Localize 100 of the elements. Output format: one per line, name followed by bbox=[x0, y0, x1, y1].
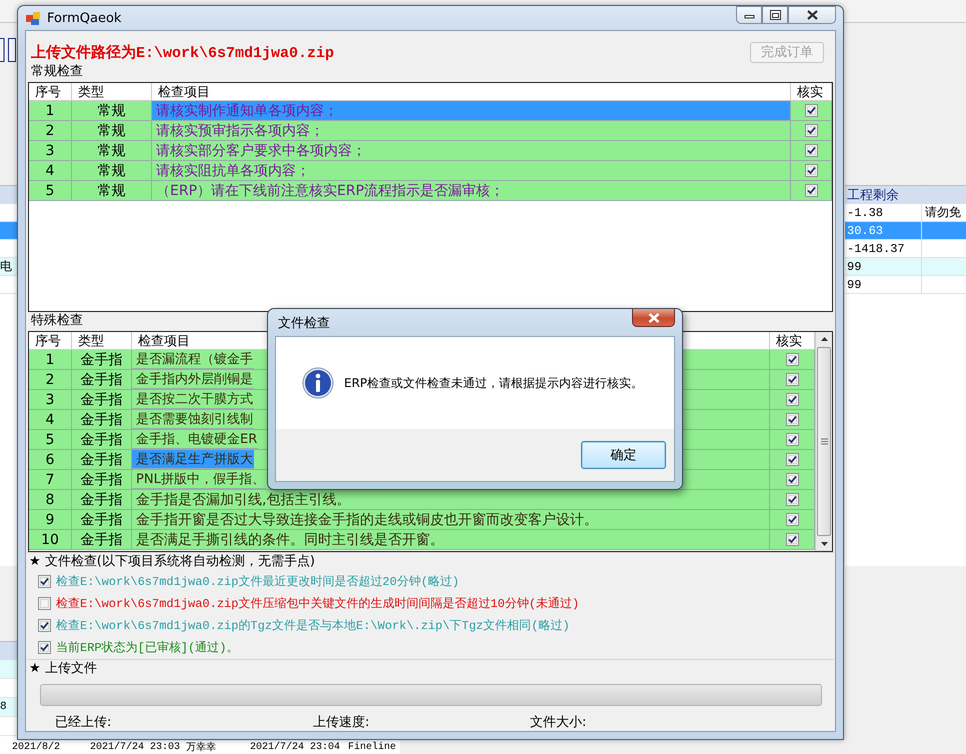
table-cell[interactable]: 金手指内外层削铜是 bbox=[132, 370, 254, 389]
table-cell: 常规 bbox=[72, 101, 152, 121]
table-cell: 5 bbox=[29, 430, 72, 450]
section-title: 特殊检查 bbox=[31, 312, 83, 330]
checkbox[interactable] bbox=[786, 473, 798, 486]
grid-row[interactable]: 99 bbox=[845, 258, 966, 276]
table-cell-text: 万幸幸 bbox=[186, 740, 217, 754]
checkbox[interactable] bbox=[786, 413, 798, 426]
table-cell: 2 bbox=[29, 121, 72, 141]
table-cell[interactable]: 金手指是否漏加引线,包括主引线。 bbox=[132, 490, 770, 510]
field-label: 上传速度: bbox=[313, 714, 370, 731]
checkbox[interactable] bbox=[786, 453, 798, 466]
table-cell[interactable]: 金手指、电镀硬金ER bbox=[132, 430, 258, 449]
checkbox[interactable] bbox=[38, 618, 51, 632]
table-cell[interactable]: 请核实部分客户要求中各项内容； bbox=[152, 141, 791, 161]
table-cell: 金手指 bbox=[72, 470, 132, 490]
checkbox[interactable] bbox=[786, 533, 798, 546]
table-cell: 3 bbox=[29, 390, 72, 410]
grid-row[interactable]: -1418.37 bbox=[845, 240, 966, 258]
column-header: 类型 bbox=[78, 332, 104, 349]
table-cell[interactable]: 是否满足生产拼版大 bbox=[132, 450, 254, 469]
checkbox[interactable] bbox=[804, 104, 818, 117]
close-button[interactable] bbox=[788, 6, 836, 24]
dialog-title: 文件检查 bbox=[277, 314, 330, 332]
table-cell[interactable]: 请核实预审指示各项内容； bbox=[152, 121, 791, 141]
checkbox[interactable] bbox=[804, 164, 818, 177]
table-cell-text: 电 bbox=[0, 259, 12, 275]
table-cell-text: 2021/7/24 23:03 bbox=[90, 742, 182, 752]
scrollbar[interactable] bbox=[815, 332, 832, 551]
checkbox[interactable] bbox=[804, 144, 818, 157]
checkbox[interactable] bbox=[38, 640, 51, 654]
column-header: 检查项目 bbox=[138, 332, 190, 349]
table-cell: 5 bbox=[29, 181, 72, 201]
table-cell: 金手指 bbox=[72, 350, 132, 370]
table-cell: 2 bbox=[29, 370, 72, 390]
toolbar-buttons-drawing bbox=[0, 38, 16, 62]
table-cell: 1 bbox=[29, 350, 72, 370]
column-header: 核实 bbox=[797, 84, 823, 100]
check-label: 检查E:\work\6s7md1jwa0.zip文件压缩包中关键文件的生成时间间隔是否超过10分钟(未通过) bbox=[56, 596, 580, 612]
table-cell[interactable]: 是否满足手撕引线的条件。同时主引线是否开窗。 bbox=[132, 530, 770, 550]
maximize-icon bbox=[770, 10, 780, 20]
table-cell: 4 bbox=[29, 161, 72, 181]
maximize-button[interactable] bbox=[762, 6, 788, 24]
checkbox[interactable] bbox=[804, 184, 818, 197]
grid-header bbox=[0, 642, 17, 660]
table-cell-text: 2021/8/2 bbox=[12, 742, 62, 752]
table-cell-text: 2021/7/24 23:04 bbox=[250, 742, 342, 752]
table-cell: 8 bbox=[29, 490, 72, 510]
minimize-button[interactable] bbox=[736, 6, 762, 24]
dialog-message: ERP检查或文件检查未通过，请根据提示内容进行核实。 bbox=[344, 374, 644, 392]
grid-row[interactable]: 2021/8/2 2021/7/24 23:03 万幸幸 2021/7/24 23:04 Fineline bbox=[0, 740, 400, 754]
column-header: 核实 bbox=[776, 332, 802, 349]
table-cell[interactable]: 金手指开窗是否过大导致连接金手指的走线或铜皮也开窗而改变客户设计。 bbox=[132, 510, 770, 530]
table-cell: 常规 bbox=[72, 161, 152, 181]
checkbox[interactable] bbox=[786, 493, 798, 506]
close-icon bbox=[806, 10, 818, 20]
grid-row[interactable]: 电 bbox=[0, 258, 17, 276]
check-label: 当前ERP状态为[已审核](通过)。 bbox=[56, 640, 238, 656]
table-cell: 金手指 bbox=[72, 490, 132, 510]
table-cell: -1.38 bbox=[847, 206, 884, 220]
grid-row[interactable]: 8 bbox=[0, 698, 17, 717]
table-cell[interactable]: 是否需要蚀刻引线制 bbox=[132, 410, 254, 429]
table-cell[interactable]: PNL拼版中，假手指、 bbox=[132, 470, 266, 489]
table-cell: 8 bbox=[0, 701, 7, 713]
column-header: 工程剩余 bbox=[847, 187, 899, 204]
checkbox[interactable] bbox=[786, 393, 798, 406]
table-cell: 99 bbox=[847, 278, 862, 292]
table-cell: 金手指 bbox=[72, 510, 132, 530]
field-label: 已经上传: bbox=[55, 714, 112, 731]
table-cell: 金手指 bbox=[72, 390, 132, 410]
checkbox[interactable] bbox=[38, 574, 51, 588]
checkbox[interactable] bbox=[38, 596, 51, 610]
grid-row[interactable]: -1.38 请勿免 bbox=[845, 204, 966, 222]
table-cell: 金手指 bbox=[72, 370, 132, 390]
column-header: 序号 bbox=[35, 84, 61, 100]
table-cell: 金手指 bbox=[72, 450, 132, 470]
close-icon bbox=[648, 312, 660, 322]
checkbox[interactable] bbox=[786, 353, 798, 366]
table-cell: 金手指 bbox=[72, 410, 132, 430]
table-cell[interactable]: （ERP）请在下线前注意核实ERP流程指示是否漏审核； bbox=[152, 181, 791, 201]
table-cell: 金手指 bbox=[72, 430, 132, 450]
table-cell: 请勿免 bbox=[925, 205, 961, 219]
table-cell[interactable]: 请核实阻抗单各项内容； bbox=[152, 161, 791, 181]
column-header: 类型 bbox=[78, 84, 104, 100]
table-cell[interactable]: 是否漏流程（镀金手 bbox=[132, 350, 254, 369]
close-button[interactable] bbox=[632, 309, 675, 327]
table-cell: 7 bbox=[29, 470, 72, 490]
group-title: ★ 上传文件 bbox=[29, 661, 97, 676]
table-cell: 9 bbox=[29, 510, 72, 530]
ok-button[interactable]: 确定 bbox=[581, 441, 666, 469]
grid-row[interactable]: 99 bbox=[845, 276, 966, 294]
upload-path-label: 上传文件路径为E:\work\6s7md1jwa0.zip bbox=[31, 43, 334, 62]
checkbox[interactable] bbox=[786, 513, 798, 526]
checkbox[interactable] bbox=[786, 373, 798, 386]
table-cell[interactable]: 是否按二次干膜方式 bbox=[132, 390, 254, 409]
table-cell: 30.63 bbox=[847, 224, 884, 238]
checkbox[interactable] bbox=[786, 433, 798, 446]
grid-row[interactable] bbox=[0, 222, 17, 240]
table-cell: 常规 bbox=[72, 181, 152, 201]
checkbox[interactable] bbox=[804, 124, 818, 137]
